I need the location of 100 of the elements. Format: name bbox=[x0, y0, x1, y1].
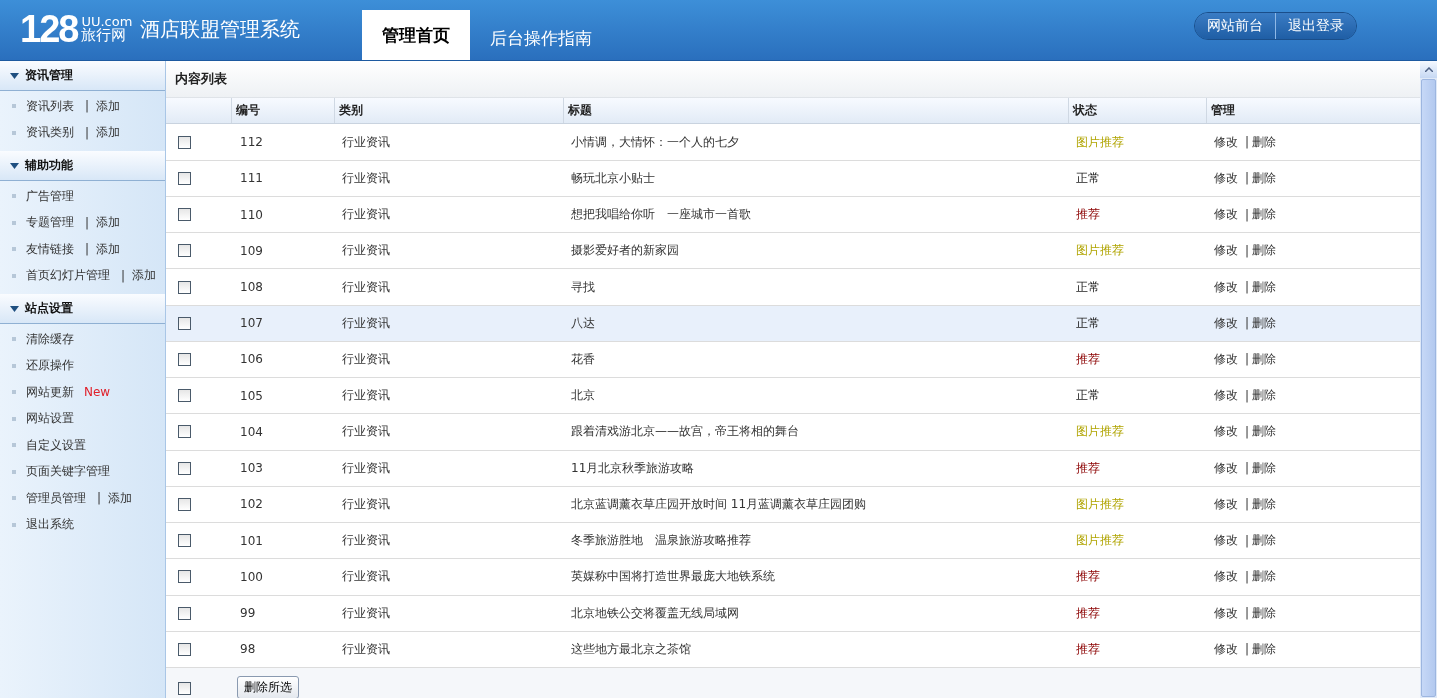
bullet-icon bbox=[12, 194, 16, 199]
checkbox[interactable] bbox=[178, 425, 191, 439]
delete-link[interactable]: 删除 bbox=[1252, 133, 1277, 151]
add-link[interactable]: 添加 bbox=[132, 267, 157, 285]
logo-brand: 旅行网 bbox=[81, 28, 127, 43]
add-link[interactable]: 添加 bbox=[108, 489, 133, 507]
table-cell: 行业资讯 bbox=[342, 423, 390, 441]
separator: | bbox=[121, 268, 126, 283]
edit-link[interactable]: 修改 bbox=[1214, 640, 1238, 658]
delete-link[interactable]: 删除 bbox=[1252, 640, 1277, 658]
sidebar-link[interactable]: 广告管理 bbox=[26, 187, 74, 205]
checkbox[interactable] bbox=[178, 606, 191, 620]
edit-link[interactable]: 修改 bbox=[1214, 459, 1238, 477]
add-link[interactable]: 添加 bbox=[96, 124, 121, 142]
sidebar-link[interactable]: 网站设置 bbox=[26, 410, 74, 428]
sidebar-link[interactable]: 网站更新 bbox=[26, 383, 74, 401]
table-cell: 北京 bbox=[571, 387, 595, 405]
delete-link[interactable]: 删除 bbox=[1252, 350, 1277, 368]
sidebar-link[interactable]: 清除缓存 bbox=[26, 330, 74, 348]
separator: | bbox=[1245, 171, 1250, 186]
sidebar-link[interactable]: 自定义设置 bbox=[26, 436, 86, 454]
add-link[interactable]: 添加 bbox=[96, 97, 121, 115]
edit-link[interactable]: 修改 bbox=[1214, 242, 1238, 260]
checkbox[interactable] bbox=[178, 244, 191, 258]
edit-link[interactable]: 修改 bbox=[1214, 495, 1238, 513]
sidebar-link[interactable]: 首页幻灯片管理 bbox=[26, 267, 110, 285]
delete-selected-button[interactable]: 删除所选 bbox=[237, 675, 299, 698]
sidebar-section-header[interactable]: 辅助功能 bbox=[0, 151, 165, 181]
delete-link[interactable]: 删除 bbox=[1252, 568, 1277, 586]
logo-number: 128 bbox=[20, 10, 78, 48]
add-link[interactable]: 添加 bbox=[96, 240, 121, 258]
sidebar-link[interactable]: 还原操作 bbox=[26, 357, 74, 375]
delete-link[interactable]: 删除 bbox=[1252, 387, 1277, 405]
scroll-up-icon[interactable] bbox=[1424, 67, 1433, 72]
sidebar-link[interactable]: 专题管理 bbox=[26, 214, 74, 232]
delete-link[interactable]: 删除 bbox=[1252, 242, 1277, 260]
checkbox[interactable] bbox=[178, 316, 191, 330]
edit-link[interactable]: 修改 bbox=[1214, 350, 1238, 368]
edit-link[interactable]: 修改 bbox=[1214, 314, 1238, 332]
edit-link[interactable]: 修改 bbox=[1214, 423, 1238, 441]
table-cell: 行业资讯 bbox=[342, 568, 390, 586]
checkbox[interactable] bbox=[178, 208, 191, 222]
sidebar-section-header[interactable]: 资讯管理 bbox=[0, 61, 165, 91]
add-link[interactable]: 添加 bbox=[96, 214, 121, 232]
delete-link[interactable]: 删除 bbox=[1252, 604, 1277, 622]
checkbox[interactable] bbox=[178, 171, 191, 185]
table-row[interactable]: 107 行业资讯 八达 正常 修改 | 删除 bbox=[166, 305, 1420, 342]
delete-link[interactable]: 删除 bbox=[1252, 169, 1277, 187]
sidebar-link[interactable]: 资讯列表 bbox=[26, 97, 74, 115]
status-text: 正常 bbox=[1076, 278, 1100, 296]
sidebar-link[interactable]: 友情链接 bbox=[26, 240, 74, 258]
table-cell: 112 bbox=[240, 135, 263, 150]
edit-link[interactable]: 修改 bbox=[1214, 532, 1238, 550]
checkbox[interactable] bbox=[178, 642, 191, 656]
edit-link[interactable]: 修改 bbox=[1214, 278, 1238, 296]
table-cell: 108 bbox=[240, 280, 263, 294]
bullet-icon bbox=[12, 443, 16, 448]
header-button[interactable]: 网站前台 bbox=[1195, 13, 1275, 39]
checkbox[interactable] bbox=[178, 461, 191, 475]
edit-link[interactable]: 修改 bbox=[1214, 387, 1238, 405]
delete-link[interactable]: 删除 bbox=[1252, 314, 1277, 332]
checkbox[interactable] bbox=[178, 389, 191, 403]
sidebar-section-header[interactable]: 站点设置 bbox=[0, 294, 165, 324]
checkbox[interactable] bbox=[178, 352, 191, 366]
delete-link[interactable]: 删除 bbox=[1252, 459, 1277, 477]
scrollbar[interactable] bbox=[1420, 61, 1437, 698]
nav-tab[interactable]: 管理首页 bbox=[362, 10, 470, 60]
separator: | bbox=[1245, 461, 1250, 476]
delete-link[interactable]: 删除 bbox=[1252, 278, 1277, 296]
separator: | bbox=[1245, 388, 1250, 403]
sidebar-link[interactable]: 资讯类别 bbox=[26, 124, 74, 142]
checkbox[interactable] bbox=[178, 280, 191, 294]
bullet-icon bbox=[12, 496, 16, 501]
delete-link[interactable]: 删除 bbox=[1252, 495, 1277, 513]
edit-link[interactable]: 修改 bbox=[1214, 604, 1238, 622]
sidebar-link[interactable]: 管理员管理 bbox=[26, 489, 86, 507]
nav-tab[interactable]: 后台操作指南 bbox=[470, 16, 612, 60]
edit-link[interactable]: 修改 bbox=[1214, 169, 1238, 187]
checkbox[interactable] bbox=[178, 534, 191, 548]
edit-link[interactable]: 修改 bbox=[1214, 206, 1238, 224]
edit-link[interactable]: 修改 bbox=[1214, 133, 1238, 151]
sidebar-link[interactable]: 页面关键字管理 bbox=[26, 463, 110, 481]
section-title: 辅助功能 bbox=[25, 157, 73, 174]
checkbox[interactable] bbox=[178, 570, 191, 584]
checkbox[interactable] bbox=[178, 681, 191, 695]
table-cell: 北京地铁公交将覆盖无线局域网 bbox=[571, 604, 739, 622]
status-text: 图片推荐 bbox=[1076, 242, 1124, 260]
status-text: 正常 bbox=[1076, 314, 1100, 332]
checkbox[interactable] bbox=[178, 135, 191, 149]
header-button[interactable]: 退出登录 bbox=[1275, 13, 1356, 39]
delete-link[interactable]: 删除 bbox=[1252, 532, 1277, 550]
table-cell: 行业资讯 bbox=[342, 532, 390, 550]
delete-link[interactable]: 删除 bbox=[1252, 423, 1277, 441]
separator: | bbox=[1245, 280, 1250, 294]
sidebar-link[interactable]: 退出系统 bbox=[26, 516, 74, 534]
delete-link[interactable]: 删除 bbox=[1252, 206, 1277, 224]
bullet-icon bbox=[12, 130, 16, 135]
edit-link[interactable]: 修改 bbox=[1214, 568, 1238, 586]
checkbox[interactable] bbox=[178, 497, 191, 511]
table-cell: 花香 bbox=[571, 350, 595, 368]
